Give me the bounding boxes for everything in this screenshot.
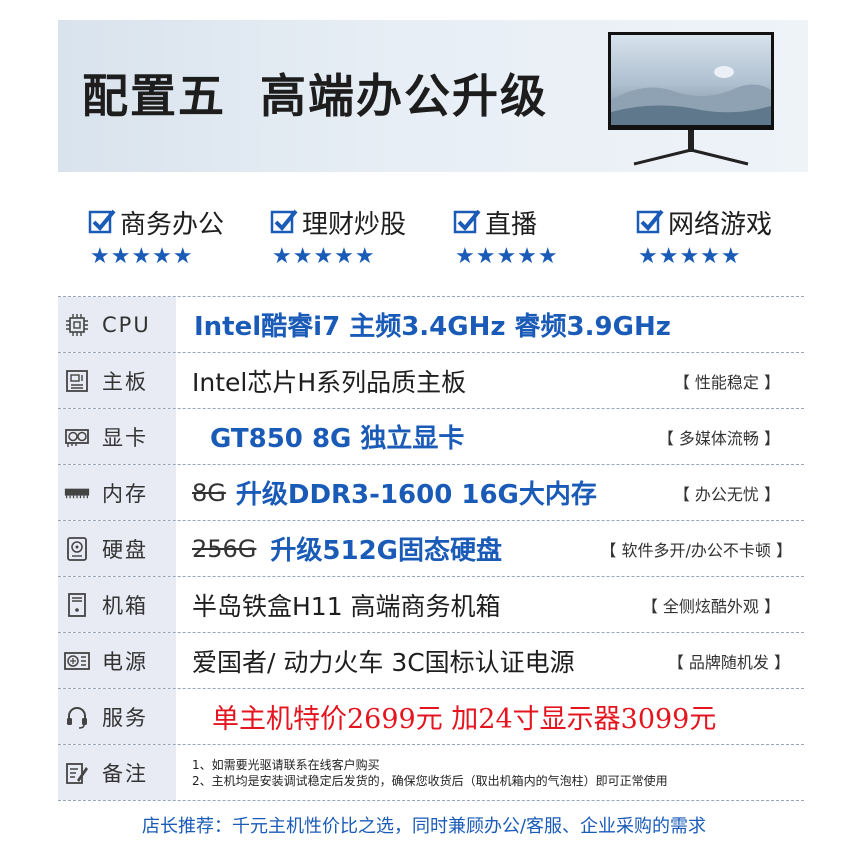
spec-label-cell: 备注 — [58, 745, 176, 800]
spec-label: 内存 — [102, 481, 148, 506]
spec-label: 服务 — [102, 705, 148, 730]
feature-list: 商务办公 ★★★★★ 理财炒股 ★★★★★ 直播 ★★★★★ 网络游戏 ★★★★… — [0, 204, 848, 274]
spec-label: CPU — [102, 312, 151, 337]
star-rating: ★★★★★ — [455, 244, 559, 269]
power-value: 爱国者/ 动力火车 3C国标认证电源 — [192, 647, 575, 677]
spec-label-cell: 服务 — [58, 689, 176, 744]
spec-label: 显卡 — [102, 425, 148, 450]
star-rating: ★★★★★ — [638, 244, 742, 269]
spec-row-motherboard: 主板 Intel芯片H系列品质主板 【 性能稳定 】 — [58, 353, 804, 409]
motherboard-icon — [64, 368, 90, 394]
spec-row-notes: 备注 1、如需要光驱请联系在线客户购买 2、主机均是安装调试稳定后发货的，确保您… — [58, 745, 804, 801]
monitor-image — [608, 32, 774, 166]
spec-tag: 【 办公无忧 】 — [673, 484, 780, 504]
feature-item: 理财炒股 ★★★★★ — [270, 204, 406, 274]
spec-label: 电源 — [102, 649, 148, 674]
cpu-icon — [64, 312, 90, 338]
headset-icon — [64, 704, 90, 730]
star-rating: ★★★★★ — [90, 244, 194, 269]
spec-tag: 【 全侧炫酷外观 】 — [641, 596, 780, 616]
spec-label-cell: 主板 — [58, 353, 176, 408]
banner-title-upgrade: 高端办公升级 — [260, 69, 548, 123]
spec-label: 机箱 — [102, 593, 148, 618]
memory-old-value: 8G — [192, 478, 226, 507]
spec-tag: 【 多媒体流畅 】 — [657, 428, 780, 448]
memory-value: 升级DDR3-1600 16G大内存 — [235, 480, 597, 510]
feature-item: 网络游戏 ★★★★★ — [636, 204, 772, 274]
spec-value: Intel酷睿i7 主频3.4GHz 睿频3.9GHz — [194, 297, 671, 352]
spec-value: GT850 8G 独立显卡 — [210, 409, 464, 464]
spec-value: 1、如需要光驱请联系在线客户购买 2、主机均是安装调试稳定后发货的，确保您收货后… — [192, 745, 668, 800]
checkbox-icon — [636, 209, 664, 234]
spec-row-case: 机箱 半岛铁盒H11 高端商务机箱 【 全侧炫酷外观 】 — [58, 577, 804, 633]
gpu-icon — [64, 424, 90, 450]
motherboard-value: Intel芯片H系列品质主板 — [192, 367, 467, 397]
spec-row-power: 电源 爱国者/ 动力火车 3C国标认证电源 【 品牌随机发 】 — [58, 633, 804, 689]
hard-drive-icon — [64, 536, 90, 562]
spec-tag: 【 软件多开/办公不卡顿 】 — [600, 540, 792, 560]
spec-row-storage: 硬盘 256G 升级512G固态硬盘 【 软件多开/办公不卡顿 】 — [58, 521, 804, 577]
spec-label-cell: 机箱 — [58, 577, 176, 632]
spec-label-cell: 显卡 — [58, 409, 176, 464]
shop-recommendation: 店长推荐：千元主机性价比之选，同时兼顾办公/客服、企业采购的需求 — [141, 816, 707, 837]
price-value: 单主机特价2699元 加24寸显示器3099元 — [212, 704, 717, 735]
feature-item: 商务办公 ★★★★★ — [88, 204, 224, 274]
cpu-value: Intel酷睿i7 主频3.4GHz 睿频3.9GHz — [194, 312, 671, 342]
note-line: 2、主机均是安装调试稳定后发货的，确保您收货后（取出机箱内的气泡柱）即可正常使用 — [192, 773, 668, 788]
spec-label-cell: CPU — [58, 297, 176, 352]
checkbox-icon — [270, 209, 298, 234]
spec-row-service: 服务 单主机特价2699元 加24寸显示器3099元 — [58, 689, 804, 745]
feature-label: 网络游戏 — [668, 209, 773, 240]
banner-title-config: 配置五 — [82, 69, 226, 123]
banner-title: 配置五 高端办公升级 — [82, 60, 548, 126]
checkbox-icon — [88, 209, 116, 234]
storage-value: 升级512G固态硬盘 — [270, 536, 503, 566]
spec-value: 半岛铁盒H11 高端商务机箱 — [192, 577, 501, 632]
star-rating: ★★★★★ — [272, 244, 376, 269]
spec-tag: 【 性能稳定 】 — [673, 372, 780, 392]
spec-value: 爱国者/ 动力火车 3C国标认证电源 — [192, 633, 575, 688]
spec-value: Intel芯片H系列品质主板 — [192, 353, 466, 408]
spec-label-cell: 硬盘 — [58, 521, 176, 576]
gpu-value: GT850 8G 独立显卡 — [210, 424, 465, 454]
memory-icon — [64, 480, 90, 506]
case-value: 半岛铁盒H11 高端商务机箱 — [192, 591, 501, 621]
spec-label: 主板 — [102, 369, 148, 394]
spec-table: CPU Intel酷睿i7 主频3.4GHz 睿频3.9GHz 主板 Intel… — [58, 296, 804, 801]
spec-value: 256G 升级512G固态硬盘 — [192, 521, 502, 576]
spec-label: 备注 — [102, 761, 148, 786]
spec-row-gpu: 显卡 GT850 8G 独立显卡 【 多媒体流畅 】 — [58, 409, 804, 465]
feature-label: 直播 — [485, 209, 538, 240]
note-line: 1、如需要光驱请联系在线客户购买 — [192, 757, 380, 772]
feature-item: 直播 ★★★★★ — [453, 204, 559, 274]
power-supply-icon — [64, 648, 90, 674]
edit-note-icon — [64, 760, 90, 786]
storage-old-value: 256G — [192, 534, 257, 563]
hero-banner: 配置五 高端办公升级 — [58, 20, 808, 172]
feature-label: 理财炒股 — [302, 209, 407, 240]
spec-tag: 【 品牌随机发 】 — [667, 652, 790, 672]
pc-case-icon — [64, 592, 90, 618]
spec-value: 单主机特价2699元 加24寸显示器3099元 — [212, 689, 716, 744]
spec-label: 硬盘 — [102, 537, 148, 562]
spec-row-cpu: CPU Intel酷睿i7 主频3.4GHz 睿频3.9GHz — [58, 297, 804, 353]
checkbox-icon — [453, 209, 481, 234]
spec-row-memory: 内存 8G 升级DDR3-1600 16G大内存 【 办公无忧 】 — [58, 465, 804, 521]
spec-label-cell: 电源 — [58, 633, 176, 688]
feature-label: 商务办公 — [120, 209, 225, 240]
spec-value: 8G 升级DDR3-1600 16G大内存 — [192, 465, 597, 520]
spec-label-cell: 内存 — [58, 465, 176, 520]
